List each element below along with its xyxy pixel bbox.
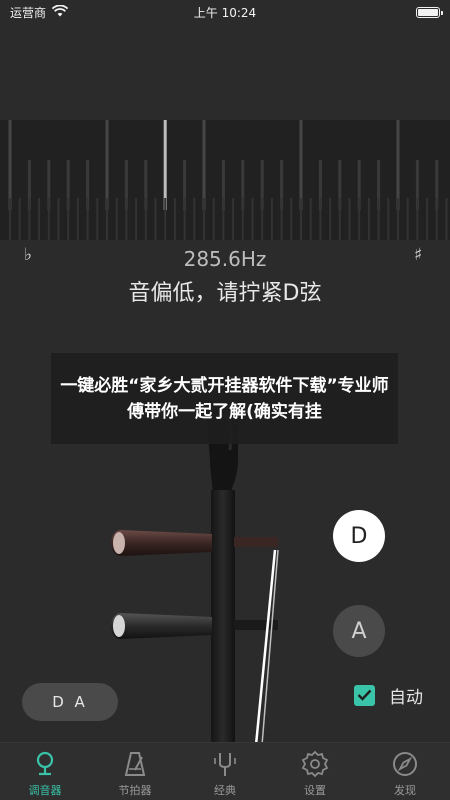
tab-label: 经典 (214, 784, 236, 797)
checkmark-icon (357, 689, 372, 701)
wifi-icon (51, 4, 69, 20)
tab-label: 调音器 (28, 784, 62, 797)
string-a-button[interactable]: A (333, 605, 385, 657)
battery-icon (416, 6, 443, 18)
tuning-mode-button[interactable]: D A (22, 683, 118, 721)
metronome-icon (120, 749, 150, 779)
tuning-hint: 音偏低，请拧紧D弦 (128, 281, 322, 306)
tab-bar: 调音器 节拍器 经典 设置 发现 (0, 742, 450, 800)
tab-discover[interactable]: 发现 (360, 743, 450, 800)
tab-classic[interactable]: 经典 (180, 743, 270, 800)
gear-icon (300, 749, 330, 779)
string-d-button[interactable]: D (333, 510, 385, 562)
status-bar: 运营商 上午 10:24 (0, 0, 450, 24)
battery-level (418, 8, 438, 16)
tuning-fork-icon (210, 749, 240, 779)
auto-label: 自动 (389, 687, 423, 708)
auto-toggle[interactable]: 自动 (354, 683, 423, 708)
tab-metronome[interactable]: 节拍器 (90, 743, 180, 800)
tab-tuner[interactable]: 调音器 (0, 743, 90, 800)
auto-checkbox[interactable] (354, 684, 375, 706)
tuner-pin-icon (30, 749, 60, 779)
promo-banner[interactable]: 一键必胜“家乡大贰开挂器软件下载”专业师傅带你一起了解(确实有挂 (51, 353, 398, 444)
tab-settings[interactable]: 设置 (270, 743, 360, 800)
promo-banner-text: 一键必胜“家乡大贰开挂器软件下载”专业师傅带你一起了解(确实有挂 (60, 375, 389, 422)
status-left: 运营商 (10, 4, 69, 21)
pitch-meter (0, 120, 450, 240)
compass-icon (390, 749, 420, 779)
tab-label: 节拍器 (118, 784, 152, 797)
tab-label: 设置 (304, 784, 326, 797)
frequency-readout: 285.6Hz (183, 247, 267, 271)
meter-ticks (8, 120, 448, 240)
tab-label: 发现 (394, 784, 416, 797)
carrier-name: 运营商 (10, 5, 47, 20)
